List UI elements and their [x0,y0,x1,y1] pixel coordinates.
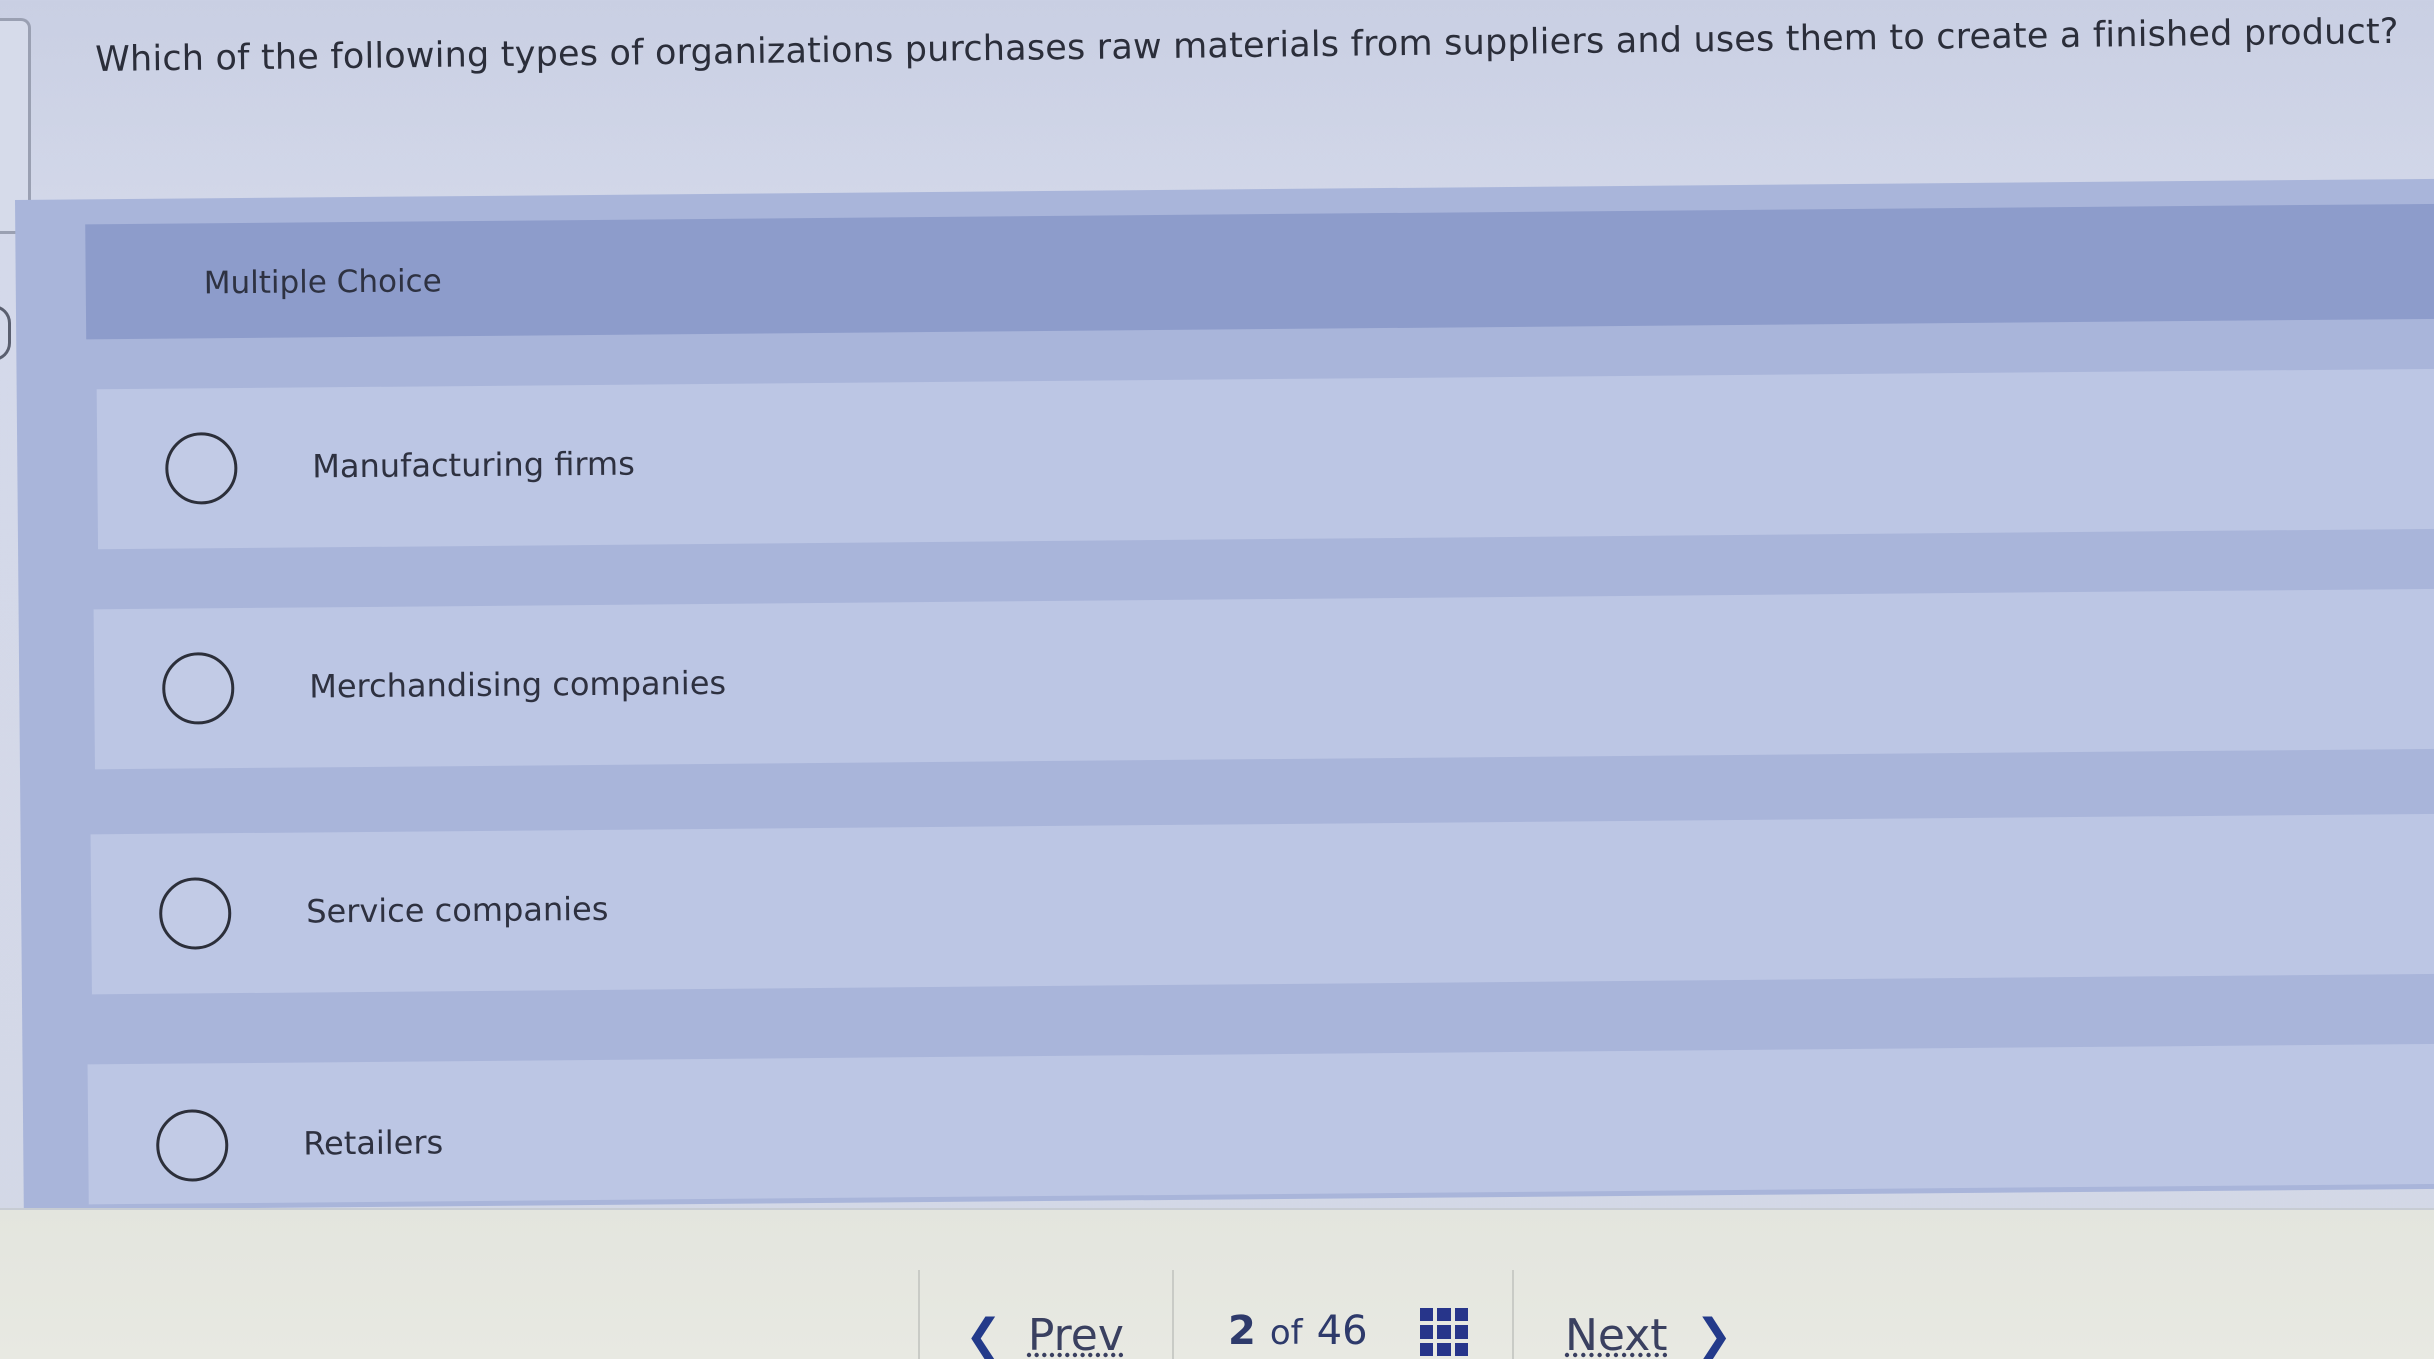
footer-divider-line [1172,1270,1174,1359]
current-page-number: 2 [1228,1308,1256,1354]
prev-label: Prev [1027,1310,1124,1359]
question-grid-icon[interactable] [1420,1308,1468,1356]
chevron-left-icon: ❮ [965,1310,1002,1359]
radio-button[interactable] [155,1109,229,1182]
page-indicator: 2 of 46 [1228,1308,1368,1354]
panel-header: Multiple Choice [85,203,2434,340]
answer-option[interactable]: Service companies [90,813,2434,995]
question-type-label: Multiple Choice [203,263,442,302]
answer-option[interactable]: Merchandising companies [93,588,2434,770]
radio-button[interactable] [161,652,235,725]
of-label: of [1269,1313,1303,1353]
multiple-choice-panel: Multiple Choice Manufacturing firms Merc… [15,178,2434,1210]
next-label: Next [1565,1310,1668,1359]
question-text: Which of the following types of organiza… [95,11,2399,80]
chevron-right-icon: ❯ [1695,1310,1733,1359]
answer-label: Retailers [303,1123,444,1163]
answer-label: Service companies [306,889,609,931]
navigation-footer: ❮ Prev 2 of 46 Next ❯ [0,1210,2434,1359]
radio-button[interactable] [165,432,238,505]
total-pages: 46 [1316,1308,1368,1354]
prev-button[interactable]: ❮ Prev [965,1310,1124,1359]
radio-button[interactable] [158,877,232,950]
answer-option[interactable]: Retailers [87,1043,2434,1205]
answer-label: Manufacturing firms [312,444,635,486]
footer-divider-line [918,1270,920,1359]
answer-option[interactable]: Manufacturing firms [96,368,2434,550]
footer-divider-line [1512,1270,1514,1359]
answer-label: Merchandising companies [309,663,727,706]
side-edge-handle[interactable] [0,305,11,361]
next-button[interactable]: Next ❯ [1565,1310,1732,1359]
